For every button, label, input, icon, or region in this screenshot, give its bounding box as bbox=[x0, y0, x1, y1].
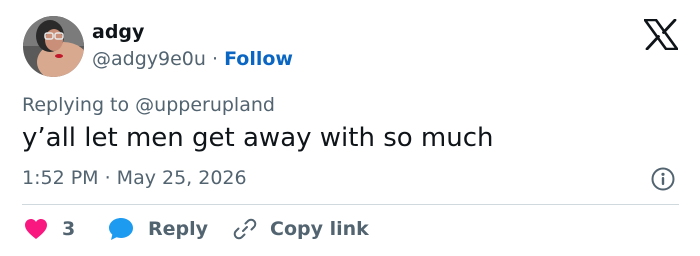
link-icon bbox=[233, 218, 257, 240]
like-button[interactable]: 3 bbox=[24, 214, 75, 244]
reply-bubble-icon bbox=[109, 218, 133, 240]
copy-link-label: Copy link bbox=[270, 218, 369, 240]
tweet-timestamp[interactable]: 1:52 PM · May 25, 2026 bbox=[22, 167, 247, 189]
like-count: 3 bbox=[62, 218, 76, 240]
copy-link-button[interactable]: Copy link bbox=[232, 214, 369, 244]
tweet-card: adgy @adgy9e0u · Follow Replying to @upp… bbox=[0, 0, 700, 256]
replying-to-text[interactable]: Replying to @upperupland bbox=[22, 94, 275, 116]
info-icon[interactable] bbox=[650, 166, 676, 192]
avatar[interactable] bbox=[23, 16, 84, 77]
heart-icon bbox=[25, 219, 47, 239]
x-logo-icon[interactable] bbox=[643, 18, 679, 51]
author-handle-line: @adgy9e0u · Follow bbox=[92, 48, 293, 70]
separator-dot: · bbox=[211, 48, 219, 70]
reply-label: Reply bbox=[148, 218, 209, 240]
author-handle[interactable]: @adgy9e0u bbox=[92, 48, 206, 70]
follow-button[interactable]: Follow bbox=[224, 48, 293, 70]
reply-button[interactable]: Reply bbox=[108, 214, 208, 244]
author-name[interactable]: adgy bbox=[92, 21, 144, 43]
divider bbox=[22, 204, 679, 205]
tweet-text: y’all let men get away with so much bbox=[22, 123, 494, 153]
action-bar: 3 Reply Copy link bbox=[0, 214, 700, 244]
